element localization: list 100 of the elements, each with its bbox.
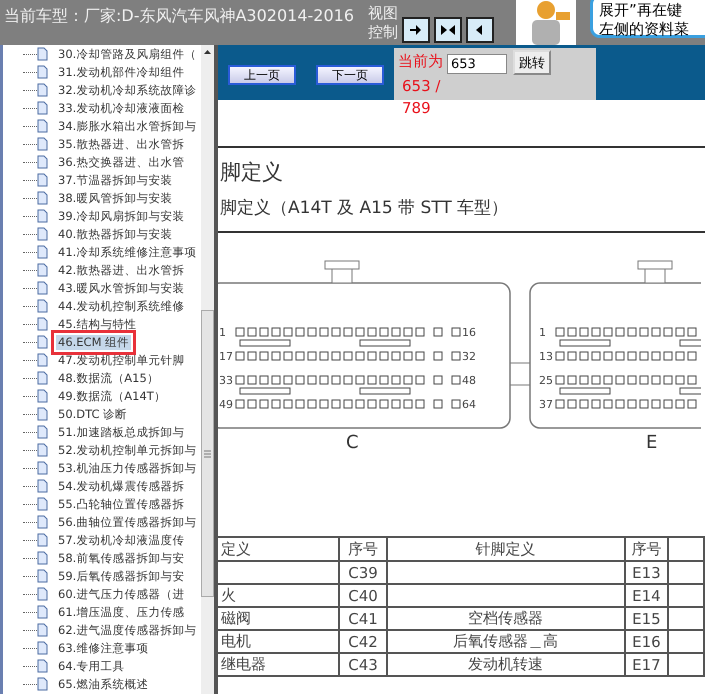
tree-item[interactable]: 63.维修注意事项 [56,640,150,656]
document-icon [37,227,48,241]
document-icon [37,119,48,133]
document-icon [37,641,48,655]
tree-item[interactable]: 52.发动机控制单元拆卸与 [56,442,198,458]
document-heading: 脚定义 [220,159,284,186]
arrow-right-icon [408,23,424,37]
document-icon [37,569,48,583]
tree-item[interactable]: 39.冷却风扇拆卸与安装 [56,208,186,224]
table-cell: 电机 [218,630,340,653]
document-icon [37,371,48,385]
next-page-button[interactable]: 下一页 [316,65,384,85]
tree-item[interactable]: 49.数据流（A14T） [56,388,168,404]
document-icon [37,659,48,673]
tree-item[interactable]: 56.曲轴位置传感器拆卸与 [56,514,198,530]
document-icon [37,335,48,349]
scrollbar[interactable] [201,45,214,694]
table-header: 序号 [339,537,387,561]
tree-item[interactable]: 33.发动机冷却液液面检 [56,100,186,116]
table-cell: 空档传感器 [386,607,625,630]
connector-link-line [510,362,530,386]
table-cell: 后氧传感器＿高 [386,630,625,653]
document-icon [37,65,48,79]
tree-item[interactable]: 38.暖风管拆卸与安装 [56,190,174,206]
document-icon [37,47,48,61]
document-icon [37,317,48,331]
document-icon [37,425,48,439]
tree-item[interactable]: 60.进气压力传感器（进 [56,586,186,602]
tree-item[interactable]: 44.发动机控制系统维修 [56,298,186,314]
scroll-thumb[interactable] [201,310,214,597]
tree-item[interactable]: 54.发动机爆震传感器拆 [56,478,186,494]
document-icon [37,389,48,403]
page-input[interactable]: 653 [447,54,507,74]
tree-item[interactable]: 42.散热器进、出水管拆 [56,262,186,278]
document-icon [37,605,48,619]
document-icon [37,533,48,547]
document-icon [37,83,48,97]
view-button[interactable] [402,17,430,43]
grip-icon [204,450,211,458]
tree-item[interactable]: 46.ECM 组件 [56,334,132,350]
table-cell: 磁阀 [218,607,340,630]
document-icon [37,281,48,295]
previous-page-button[interactable]: 上一页 [228,65,296,85]
document-icon [37,587,48,601]
tree-item[interactable]: 51.加速踏板总成拆卸与 [56,424,186,440]
document-icon [37,245,48,259]
tree-item[interactable]: 40.散热器拆卸与安装 [56,226,174,242]
tree-item[interactable]: 31.发动机部件冷却组件 [56,64,186,80]
table-cell: C43 [339,653,387,676]
tree-item[interactable]: 37.节温器拆卸与安装 [56,172,174,188]
current-page-label: 当前为 [398,52,443,72]
table-header: 针脚定义 [386,537,625,561]
tree-item[interactable]: 55.凸轮轴位置传感器拆 [56,496,186,512]
tree-item[interactable]: 35.散热器进、出水管拆 [56,136,186,152]
tree-item[interactable]: 45.结构与特性 [56,316,138,332]
arrows-inward-icon [440,23,456,37]
table-cell: C39 [339,561,387,584]
table-cell: E15 [624,607,668,630]
tree-item[interactable]: 50.DTC 诊断 [56,406,130,422]
tree-item[interactable]: 61.增压温度、压力传感 [56,604,186,620]
table-header: 定义 [218,537,340,561]
tree-item[interactable]: 30.冷却管路及风扇组件（ [56,46,198,62]
tree-item[interactable]: 65.燃油系统概述 [56,676,150,692]
connector-label: E [646,432,658,453]
tree-item[interactable]: 58.前氧传感器拆卸与安 [56,550,186,566]
tree-item[interactable]: 47.发动机控制单元针脚 [56,352,186,368]
tree-item[interactable]: 64.专用工具 [56,658,126,674]
document-icon [37,353,48,367]
document-icon [37,209,48,223]
view-button[interactable] [466,17,494,43]
tip-text: 左侧的资料菜 [599,20,690,39]
document-icon [37,191,48,205]
tip-text: 展开”再在键 [599,1,683,20]
tree-item[interactable]: 62.进气温度传感器拆卸与 [56,622,198,638]
tree-item[interactable]: 59.后氧传感器拆卸与安 [56,568,186,584]
table-cell: E13 [624,561,668,584]
tree-item[interactable]: 53.机油压力传感器拆卸与 [56,460,198,476]
table-cell: E14 [624,584,668,607]
tree-item[interactable]: 36.热交换器进、出水管 [56,154,186,170]
connector-drawing: 1 13 25 37 [529,260,701,429]
table-cell: C40 [339,584,387,607]
document-icon [37,461,48,475]
tree-item[interactable]: 32.发动机冷却系统故障诊 [56,82,198,98]
view-button[interactable] [434,17,462,43]
connector-label: C [346,432,359,453]
document-icon [37,101,48,115]
jump-button[interactable]: 跳转 [513,50,551,75]
table-cell: E16 [624,630,668,653]
document-icon [37,137,48,151]
view-control-label: 视图 [368,4,398,23]
tree-item[interactable]: 43.暖风水管拆卸与安装 [56,280,186,296]
connector-drawing: 1 16 17 32 33 48 49 64 [218,260,511,429]
tree-item[interactable]: 48.数据流（A15） [56,370,161,386]
document-icon [37,173,48,187]
table-cell: 继电器 [218,653,340,676]
tree-item[interactable]: 41.冷却系统维修注意事项 [56,244,198,260]
document-icon [37,155,48,169]
document-icon [37,623,48,637]
tree-item[interactable]: 57.发动机冷却液温度传 [56,532,186,548]
tree-item[interactable]: 34.膨胀水箱出水管拆卸与 [56,118,198,134]
